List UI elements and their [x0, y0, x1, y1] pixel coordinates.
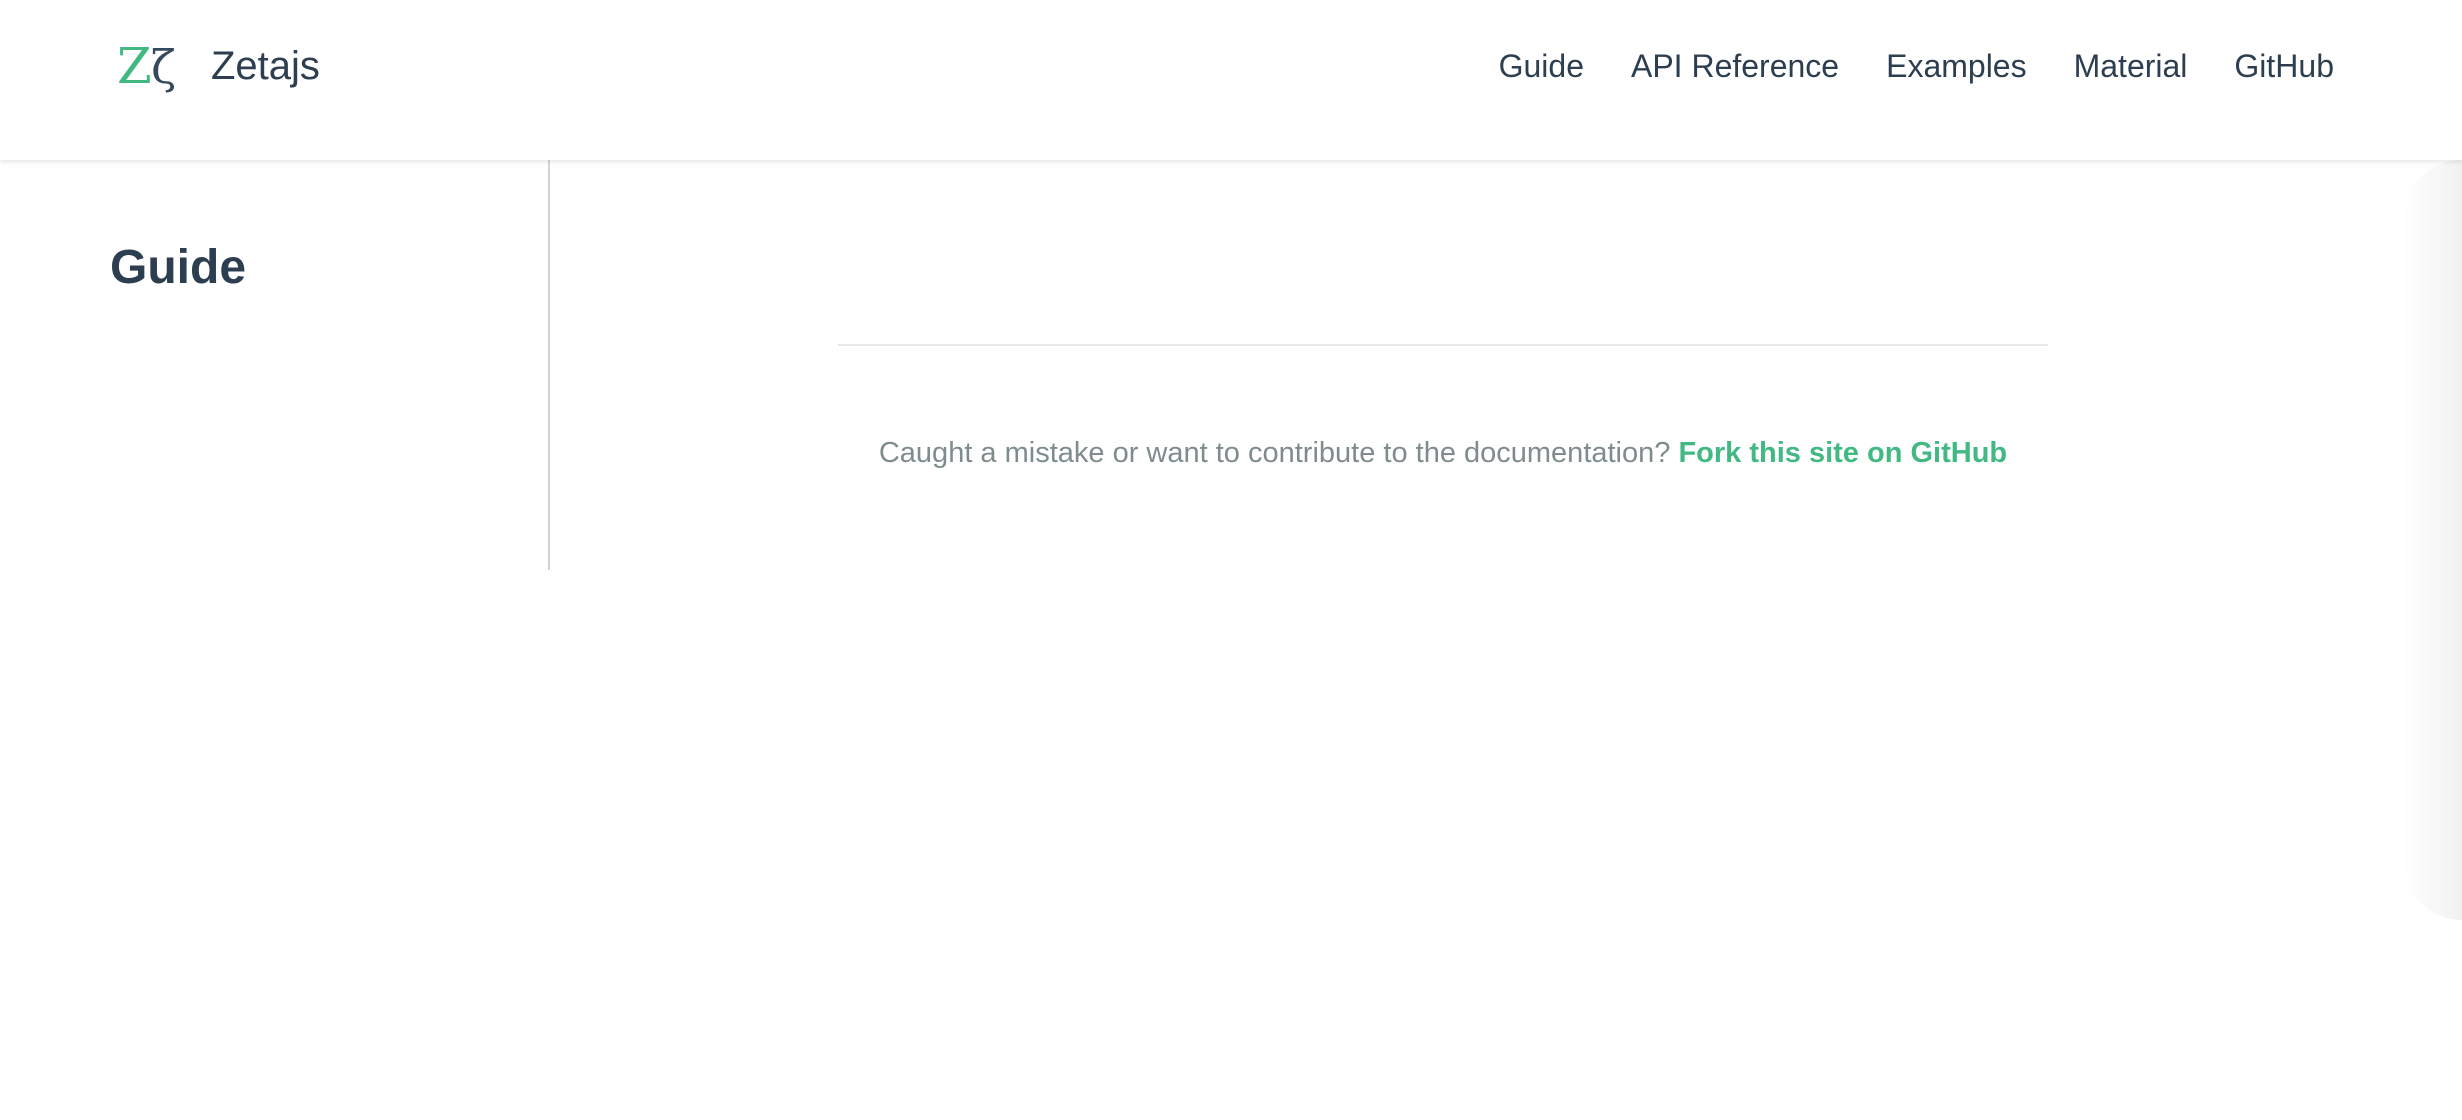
contribute-note: Caught a mistake or want to contribute t…	[838, 429, 2048, 477]
svg-text:ζ: ζ	[151, 40, 176, 94]
nav-github[interactable]: GitHub	[2234, 36, 2334, 96]
nav-api-reference[interactable]: API Reference	[1631, 36, 1839, 96]
sidebar: Guide	[0, 160, 550, 570]
drawer-edge-shadow	[2402, 160, 2462, 920]
fork-github-link[interactable]: Fork this site on GitHub	[1678, 437, 2007, 469]
site-header: Z ζ Zetajs Guide API Reference Examples …	[0, 0, 2462, 160]
top-nav: Guide API Reference Examples Material Gi…	[1499, 36, 2334, 96]
svg-text:Z: Z	[117, 37, 152, 95]
nav-material[interactable]: Material	[2074, 36, 2188, 96]
nav-guide[interactable]: Guide	[1499, 36, 1584, 96]
contribute-text: Caught a mistake or want to contribute t…	[878, 437, 1671, 469]
brand-home-link[interactable]: Z ζ Zetajs	[117, 36, 320, 96]
site-title: Zetajs	[211, 44, 320, 88]
zeta-logo-icon: Z ζ	[117, 37, 176, 95]
content-divider	[838, 344, 2048, 346]
sidebar-title: Guide	[110, 241, 247, 294]
nav-examples[interactable]: Examples	[1886, 36, 2027, 96]
